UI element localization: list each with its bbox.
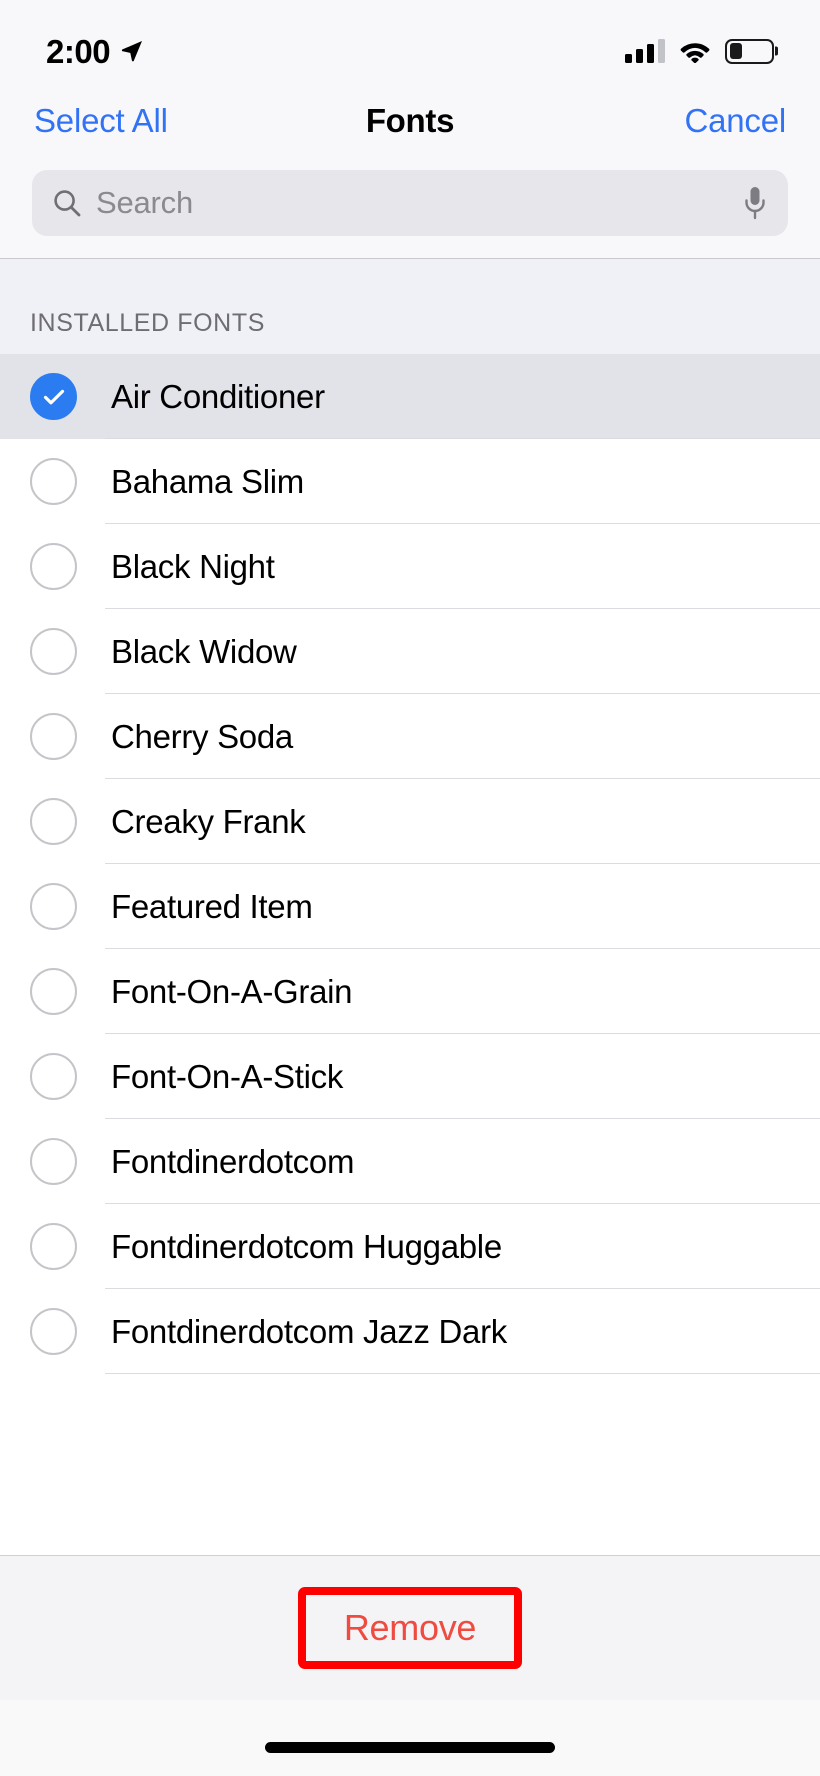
font-list-row[interactable]: Bahama Slim bbox=[0, 439, 820, 524]
search-icon bbox=[52, 188, 82, 218]
checkbox-unchecked-icon[interactable] bbox=[30, 1053, 77, 1100]
font-list-row[interactable]: Black Widow bbox=[0, 609, 820, 694]
font-list-row[interactable]: Cherry Soda bbox=[0, 694, 820, 779]
font-name-label: Fontdinerdotcom bbox=[111, 1142, 355, 1180]
checkbox-unchecked-icon[interactable] bbox=[30, 543, 77, 590]
checkbox-unchecked-icon[interactable] bbox=[30, 798, 77, 845]
navigation-bar: Select All Fonts Cancel bbox=[0, 84, 820, 158]
font-list-row[interactable]: Featured Item bbox=[0, 864, 820, 949]
phone-screen: 2:00 Select All Fonts Cancel Search INST… bbox=[0, 0, 820, 1776]
font-list-row[interactable]: Creaky Frank bbox=[0, 779, 820, 864]
font-name-label: Cherry Soda bbox=[111, 717, 293, 755]
remove-button[interactable]: Remove bbox=[316, 1601, 504, 1655]
checkbox-unchecked-icon[interactable] bbox=[30, 1308, 77, 1355]
font-name-label: Black Widow bbox=[111, 632, 297, 670]
font-name-label: Font-On-A-Stick bbox=[111, 1057, 344, 1095]
checkbox-checked-icon[interactable] bbox=[30, 373, 77, 420]
font-name-label: Air Conditioner bbox=[111, 377, 325, 415]
location-arrow-icon bbox=[120, 39, 144, 63]
status-bar-left: 2:00 bbox=[46, 35, 144, 68]
remove-button-annotation-box: Remove bbox=[297, 1587, 523, 1669]
checkbox-unchecked-icon[interactable] bbox=[30, 713, 77, 760]
bottom-toolbar: Remove bbox=[0, 1555, 820, 1700]
font-name-label: Fontdinerdotcom Jazz Dark bbox=[111, 1312, 507, 1350]
font-name-label: Black Night bbox=[111, 547, 275, 585]
checkbox-unchecked-icon[interactable] bbox=[30, 458, 77, 505]
checkbox-unchecked-icon[interactable] bbox=[30, 1138, 77, 1185]
status-bar: 2:00 bbox=[0, 0, 820, 84]
select-all-button[interactable]: Select All bbox=[34, 102, 168, 140]
search-bar[interactable] bbox=[32, 170, 788, 236]
font-name-label: Fontdinerdotcom Huggable bbox=[111, 1227, 502, 1265]
microphone-icon[interactable] bbox=[742, 185, 768, 221]
font-list-row[interactable]: Font-On-A-Stick bbox=[0, 1034, 820, 1119]
cancel-button[interactable]: Cancel bbox=[684, 102, 786, 140]
checkbox-unchecked-icon[interactable] bbox=[30, 628, 77, 675]
font-list-row[interactable]: Fontdinerdotcom Huggable bbox=[0, 1204, 820, 1289]
section-header-installed-fonts: INSTALLED FONTS bbox=[0, 259, 820, 354]
font-list-row[interactable]: Air Conditioner bbox=[0, 354, 820, 439]
font-list-row[interactable]: Fontdinerdotcom bbox=[0, 1119, 820, 1204]
search-bar-container bbox=[0, 158, 820, 258]
wifi-icon bbox=[679, 39, 711, 64]
font-name-label: Bahama Slim bbox=[111, 462, 304, 500]
checkbox-unchecked-icon[interactable] bbox=[30, 883, 77, 930]
font-row-container: Air Conditioner Bahama Slim Black Night Bla… bbox=[0, 354, 820, 1374]
checkbox-unchecked-icon[interactable] bbox=[30, 1223, 77, 1270]
home-indicator-area bbox=[0, 1700, 820, 1776]
font-name-label: Creaky Frank bbox=[111, 802, 306, 840]
battery-icon bbox=[725, 38, 774, 64]
home-indicator[interactable] bbox=[265, 1741, 555, 1753]
font-list-row[interactable]: Font-On-A-Grain bbox=[0, 949, 820, 1034]
row-separator bbox=[105, 1373, 820, 1374]
search-input[interactable] bbox=[96, 185, 728, 221]
status-bar-right bbox=[625, 38, 774, 64]
cellular-bars-icon bbox=[625, 39, 665, 63]
font-list: INSTALLED FONTS Air Conditioner Bahama Sl… bbox=[0, 259, 820, 1555]
font-list-row[interactable]: Fontdinerdotcom Jazz Dark bbox=[0, 1289, 820, 1374]
checkbox-unchecked-icon[interactable] bbox=[30, 968, 77, 1015]
font-name-label: Featured Item bbox=[111, 887, 313, 925]
status-bar-clock: 2:00 bbox=[46, 32, 111, 70]
font-list-row[interactable]: Black Night bbox=[0, 524, 820, 609]
font-name-label: Font-On-A-Grain bbox=[111, 972, 353, 1010]
